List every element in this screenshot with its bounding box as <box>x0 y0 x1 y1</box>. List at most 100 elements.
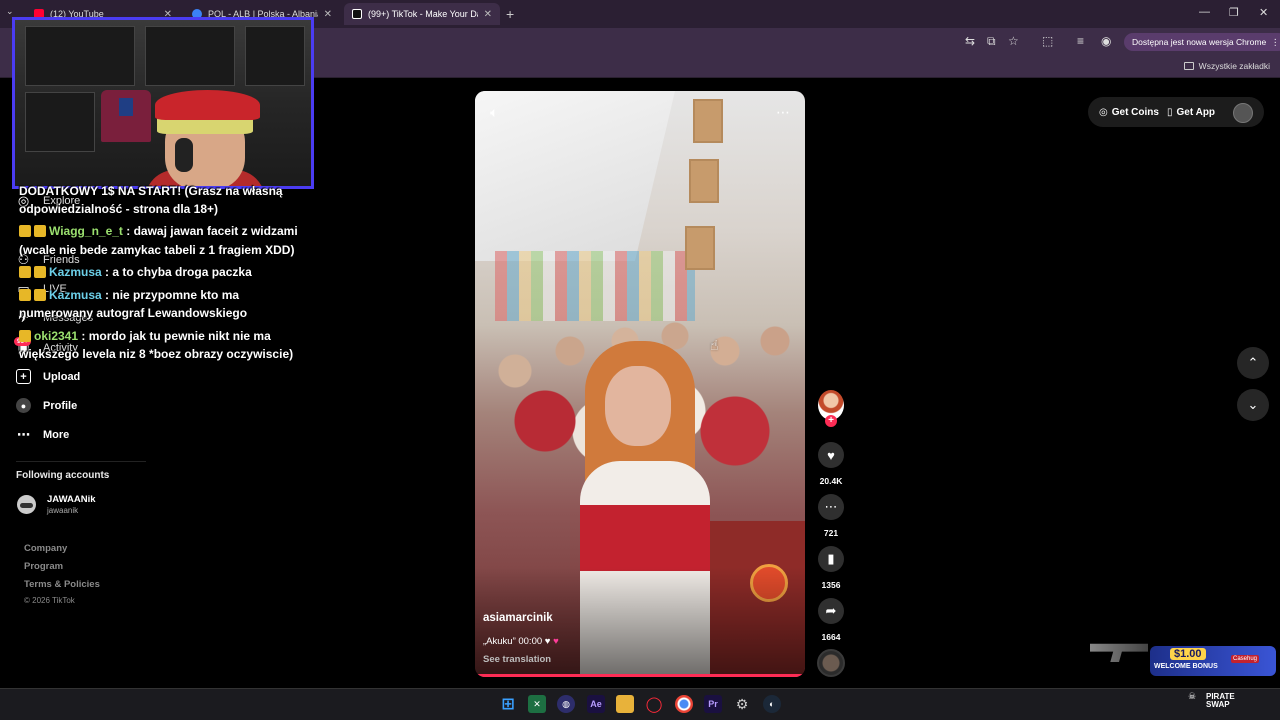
video-author[interactable]: asiamarcinik <box>483 612 553 624</box>
caption-text: „Akuku” 00:00 <box>483 636 543 647</box>
excel-icon[interactable]: ✕ <box>528 695 546 713</box>
copyright: © 2026 TikTok <box>24 596 75 605</box>
share-button[interactable]: ➦ <box>818 598 844 624</box>
nav-more[interactable]: ⋯ More <box>16 427 69 442</box>
footer-link-program[interactable]: Program <box>24 561 63 572</box>
avatar[interactable] <box>1233 103 1253 123</box>
coin-icon: ◎ <box>1099 107 1108 118</box>
nav-label: Profile <box>43 399 78 412</box>
chat-text: większego levela niz 8 *boez obrazy oczy… <box>19 347 294 361</box>
folder-icon[interactable] <box>616 695 634 713</box>
app-icon[interactable]: ◍ <box>557 695 575 713</box>
nav-upload[interactable]: + Upload <box>16 369 80 384</box>
close-window-icon[interactable]: ✕ <box>1259 6 1268 19</box>
nav-label: Upload <box>43 370 81 383</box>
follow-plus-icon[interactable]: + <box>825 415 837 427</box>
video-caption: „Akuku” 00:00 ♥ ♥ <box>483 636 559 647</box>
chat-text: DODATKOWY 1$ NA START! (Grasz na własną <box>19 184 283 198</box>
like-count: 20.4K <box>819 476 843 486</box>
chat-text: : mordo jak tu pewnie nikt nie ma <box>81 329 271 343</box>
close-icon[interactable]: ✕ <box>484 9 492 20</box>
bookmarks-label: Wszystkie zakładki <box>1198 61 1270 71</box>
new-tab-button[interactable]: + <box>506 6 514 22</box>
chat-username: oki2341 <box>34 329 79 343</box>
video-progress-fill <box>475 674 802 677</box>
chat-line: Wiagg_n_e_t : dawaj jawan faceit z widza… <box>19 222 298 240</box>
comment-count: 721 <box>823 528 839 538</box>
promo-amount: $1.00 <box>1170 648 1206 660</box>
see-translation-link[interactable]: See translation <box>483 654 551 665</box>
like-button[interactable]: ♥ <box>818 442 844 468</box>
following-account-name[interactable]: JAWAANik <box>47 494 96 505</box>
video-player[interactable] <box>475 91 805 677</box>
footer-link-terms[interactable]: Terms & Policies <box>24 579 100 590</box>
mouse-cursor-icon: ☝ <box>710 337 719 353</box>
following-accounts-title: Following accounts <box>16 470 110 481</box>
opera-icon[interactable]: ◯ <box>645 695 663 713</box>
save-count: 1356 <box>821 580 841 590</box>
get-app-button[interactable]: ▯ Get App <box>1167 107 1215 118</box>
tab-label: (99+) TikTok - Make Your Day <box>368 9 478 19</box>
chrome-icon[interactable] <box>675 695 693 713</box>
jersey <box>101 90 151 142</box>
divider <box>16 461 146 462</box>
tab-search-chevron-icon[interactable]: ⌄ <box>6 6 14 17</box>
chat-username: Kazmusa <box>49 265 102 279</box>
install-icon[interactable]: ⧉ <box>987 34 996 49</box>
chat-text: : nie przypomne kto ma <box>105 288 240 302</box>
chat-text: : dawaj jawan faceit z widzami <box>126 224 298 238</box>
profile-icon[interactable]: ◉ <box>1101 34 1111 48</box>
taskbar <box>0 688 1280 720</box>
steam-icon[interactable]: ◐ <box>763 695 781 713</box>
badge-icon <box>19 330 31 342</box>
heart-icon: ♥ <box>544 636 551 647</box>
comment-icon: ⋯ <box>824 499 838 514</box>
avatar[interactable] <box>17 495 36 514</box>
get-coins-button[interactable]: ◎ Get Coins <box>1099 107 1159 118</box>
get-coins-label: Get Coins <box>1111 107 1159 118</box>
badge-icon <box>34 225 46 237</box>
promo-brand: Casehug <box>1231 655 1260 663</box>
chrome-update-button[interactable]: Dostępna jest nowa wersja Chrome ⋮ <box>1124 33 1280 51</box>
chat-line: (wcale nie bede zamykac tabeli z 1 fragi… <box>19 241 294 259</box>
footer-link-company[interactable]: Company <box>24 543 67 554</box>
premiere-icon[interactable]: Pr <box>704 695 722 713</box>
minimize-icon[interactable]: — <box>1199 6 1210 18</box>
next-video-button[interactable]: ⌄ <box>1237 389 1269 421</box>
app-icon[interactable]: ⚙ <box>733 695 751 713</box>
save-button[interactable]: ▮ <box>818 546 844 572</box>
phone-icon: ▯ <box>1167 107 1173 118</box>
nav-profile[interactable]: ● Profile <box>16 398 77 413</box>
headset <box>175 138 193 172</box>
pirate-swap-wordmark: PIRATE SWAP <box>1206 693 1235 709</box>
close-icon[interactable]: ✕ <box>324 9 332 20</box>
share-count: 1664 <box>821 632 841 642</box>
ae-label: Ae <box>590 699 602 709</box>
more-options-icon[interactable]: ⋯ <box>776 104 791 121</box>
following-account-handle[interactable]: jawaanik <box>47 506 78 515</box>
media-icon[interactable]: ≡ <box>1077 34 1084 48</box>
previous-video-button[interactable]: ⌃ <box>1237 347 1269 379</box>
all-bookmarks-button[interactable]: Wszystkie zakładki <box>1183 61 1270 71</box>
shelf <box>25 92 95 152</box>
extensions-icon[interactable]: ⬚ <box>1042 34 1053 48</box>
logo-line-2: SWAP <box>1206 700 1230 709</box>
tiktok-icon <box>352 9 362 19</box>
tab-tiktok[interactable]: (99+) TikTok - Make Your Day ✕ <box>344 3 500 25</box>
start-icon[interactable]: ⊞ <box>499 695 517 713</box>
badge-icon <box>34 266 46 278</box>
chevron-up-icon: ⌃ <box>1247 355 1259 370</box>
video-progress-bar[interactable] <box>475 674 805 677</box>
volume-icon[interactable]: 🔈︎ <box>490 104 498 121</box>
translate-icon[interactable]: ⇆ <box>965 34 975 48</box>
star-icon[interactable]: ☆ <box>1008 34 1019 48</box>
hat <box>155 90 260 120</box>
webcam-overlay <box>12 17 314 189</box>
chat-text: numerowany autograf Lewandowskiego <box>19 306 248 320</box>
after-effects-icon[interactable]: Ae <box>587 695 605 713</box>
comment-button[interactable]: ⋯ <box>818 494 844 520</box>
music-disc-icon[interactable] <box>817 649 845 677</box>
maximize-icon[interactable]: ❐ <box>1229 6 1239 19</box>
pirate-swap-logo: ☠ <box>1188 691 1197 701</box>
chat-line: większego levela niz 8 *boez obrazy oczy… <box>19 345 293 363</box>
